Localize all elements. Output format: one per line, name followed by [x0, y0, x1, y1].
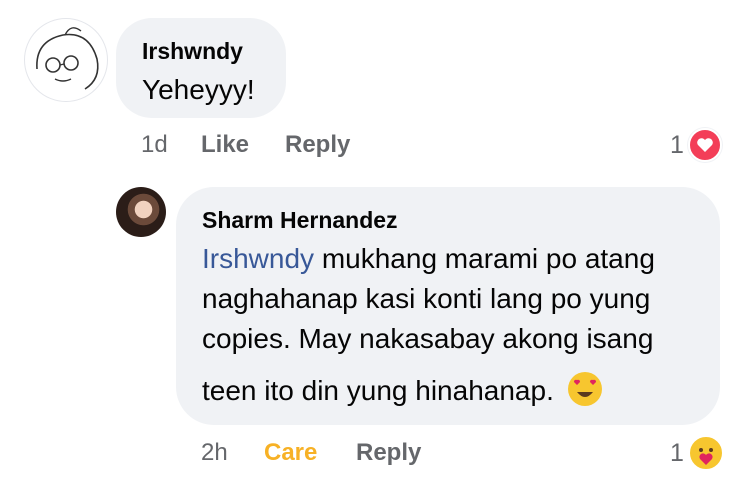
comment-bubble: Sharm Hernandez Irshwndy mukhang marami … [176, 187, 720, 425]
mention-link[interactable]: Irshwndy [202, 243, 314, 274]
avatar[interactable] [24, 18, 108, 102]
comment-author[interactable]: Irshwndy [142, 38, 243, 65]
reaction-count: 1 [670, 438, 684, 467]
comment-text: Yeheyyy! [142, 74, 255, 105]
comment-text-line: teen ito din yung hinahanap. [202, 371, 602, 411]
avatar[interactable] [116, 187, 166, 237]
reaction-summary[interactable]: 1 [670, 435, 724, 471]
care-button[interactable]: Care [264, 439, 317, 467]
comment-bubble: Irshwndy Yeheyyy! [116, 18, 286, 118]
sketch-avatar-icon [36, 27, 99, 90]
comment-text-line: copies. May nakasabay akong isang [202, 323, 654, 354]
reaction-summary[interactable]: 1 [670, 128, 722, 162]
reaction-count: 1 [670, 130, 684, 159]
like-button[interactable]: Like [201, 131, 249, 159]
comment-text-line: naghahanap kasi konti lang po yung [202, 283, 651, 314]
reply-button[interactable]: Reply [356, 439, 421, 467]
reply-button[interactable]: Reply [285, 131, 350, 159]
care-reaction-icon [687, 435, 724, 471]
heart-reaction-icon [687, 128, 722, 162]
comment-author[interactable]: Sharm Hernandez [202, 207, 398, 234]
comment-timestamp[interactable]: 1d [141, 131, 168, 159]
heart-eyes-emoji-icon [567, 372, 602, 406]
comment-timestamp[interactable]: 2h [201, 439, 228, 467]
comment-text-line: Irshwndy mukhang marami po atang [202, 243, 655, 274]
